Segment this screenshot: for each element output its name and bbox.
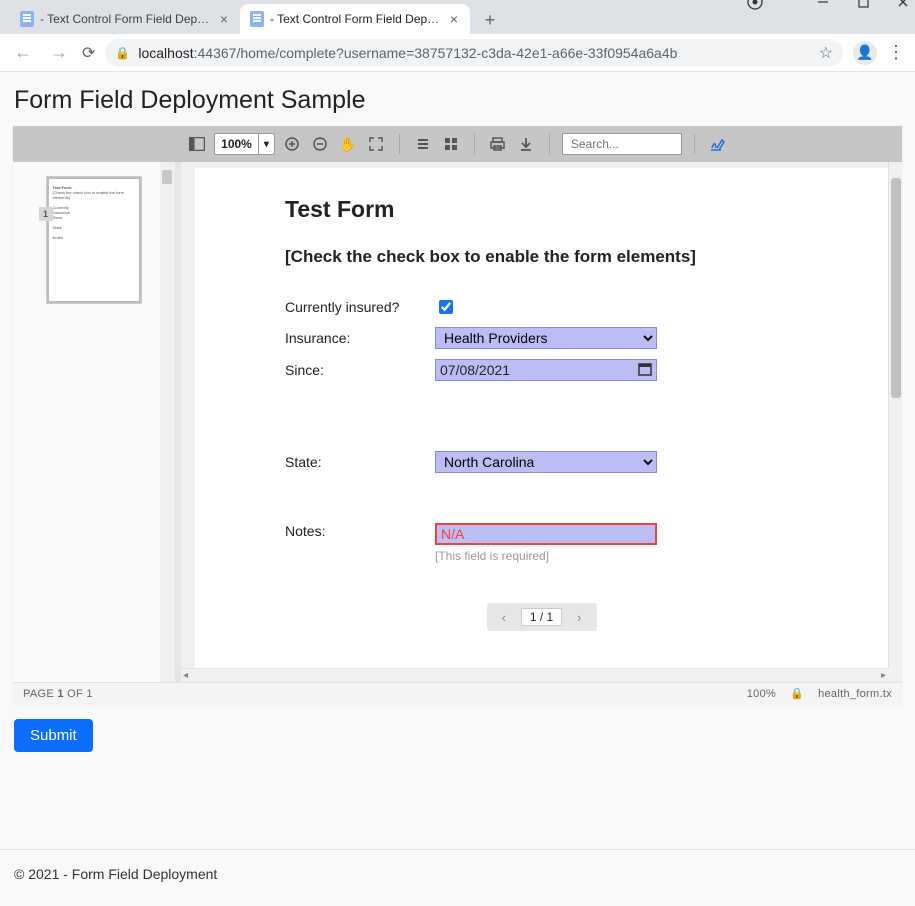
incognito-icon xyxy=(747,0,763,10)
address-bar-row: ← → ⟳ 🔒 localhost:44367/home/complete?us… xyxy=(0,34,915,72)
maximize-button[interactable] xyxy=(855,0,871,10)
thumbnail-page-number: 1 xyxy=(39,207,53,221)
document-area: Test Form [Check the check box to enable… xyxy=(181,162,902,682)
bookmark-star-icon[interactable]: ☆ xyxy=(819,43,833,63)
tab-favicon-icon xyxy=(250,11,264,27)
status-page-indicator: PAGE 1 OF 1 xyxy=(23,688,93,700)
lock-icon: 🔒 xyxy=(115,46,130,60)
since-date-field[interactable]: 07/08/2021 xyxy=(435,359,657,381)
toolbar-divider xyxy=(399,134,400,154)
page-footer: © 2021 - Form Field Deployment xyxy=(0,849,915,906)
toggle-sidebar-button[interactable] xyxy=(186,133,208,155)
profile-avatar-icon[interactable]: 👤 xyxy=(853,41,877,65)
submit-button[interactable]: Submit xyxy=(14,719,93,752)
viewer-body: 1 Test Form [Check the check box to enabl… xyxy=(13,162,902,682)
submit-row: Submit xyxy=(0,705,915,766)
vertical-scrollbar[interactable] xyxy=(888,162,902,668)
address-bar[interactable]: 🔒 localhost:44367/home/complete?username… xyxy=(105,39,843,67)
form-title: Test Form xyxy=(285,196,798,223)
print-button[interactable] xyxy=(487,133,509,155)
page-body: Form Field Deployment Sample 100% ▾ ✋ xyxy=(0,72,915,906)
label-state: State: xyxy=(285,454,435,470)
form-instruction: [Check the check box to enable the form … xyxy=(285,247,798,267)
chevron-down-icon[interactable]: ▾ xyxy=(258,134,274,154)
tab-strip: - Text Control Form Field Deploy × - Tex… xyxy=(0,0,915,34)
toolbar-divider xyxy=(549,134,550,154)
zoom-value: 100% xyxy=(215,137,258,151)
tab-favicon-icon xyxy=(20,11,34,27)
close-tab-icon[interactable]: × xyxy=(448,11,460,27)
new-tab-button[interactable]: + xyxy=(476,6,504,34)
close-window-button[interactable] xyxy=(895,0,911,10)
insurance-select[interactable]: Health Providers xyxy=(435,327,657,349)
pan-button[interactable]: ✋ xyxy=(337,133,359,155)
minimize-button[interactable] xyxy=(815,0,831,10)
thumbnail-scrollbar[interactable] xyxy=(160,162,174,682)
label-since: Since: xyxy=(285,362,435,378)
zoom-select[interactable]: 100% ▾ xyxy=(214,133,275,155)
search-box[interactable] xyxy=(562,133,682,155)
viewer-toolbar: 100% ▾ ✋ xyxy=(13,126,902,162)
url-text: localhost:44367/home/complete?username=3… xyxy=(138,45,677,61)
single-page-button[interactable] xyxy=(412,133,434,155)
grid-view-button[interactable] xyxy=(440,133,462,155)
window-controls xyxy=(775,0,911,10)
sign-button[interactable] xyxy=(707,133,729,155)
notes-field[interactable] xyxy=(435,523,657,545)
page-thumbnail[interactable]: 1 Test Form[Check the check box to enabl… xyxy=(46,176,142,304)
browser-chrome: - Text Control Form Field Deploy × - Tex… xyxy=(0,0,915,34)
required-hint: [This field is required] xyxy=(435,549,657,563)
toolbar-divider xyxy=(474,134,475,154)
zoom-out-button[interactable] xyxy=(309,133,331,155)
close-tab-icon[interactable]: × xyxy=(218,11,230,27)
browser-tab-active[interactable]: - Text Control Form Field Deploy × xyxy=(240,4,470,34)
document-viewer: 100% ▾ ✋ xyxy=(12,125,903,705)
status-filename: health_form.tx xyxy=(818,688,892,700)
browser-tab-inactive[interactable]: - Text Control Form Field Deploy × xyxy=(10,4,240,34)
reload-button[interactable]: ⟳ xyxy=(82,43,95,63)
since-date-value: 07/08/2021 xyxy=(440,362,510,378)
search-input[interactable] xyxy=(569,136,675,152)
page-title: Form Field Deployment Sample xyxy=(0,72,915,125)
insured-checkbox[interactable] xyxy=(439,300,453,314)
status-zoom: 100% xyxy=(747,688,776,700)
pager-next-button[interactable]: › xyxy=(568,606,590,628)
toolbar-divider xyxy=(694,134,695,154)
tab-title: - Text Control Form Field Deploy xyxy=(40,12,212,26)
download-button[interactable] xyxy=(515,133,537,155)
pager-value: 1 / 1 xyxy=(521,608,562,626)
tab-title: - Text Control Form Field Deploy xyxy=(270,12,442,26)
label-insurance: Insurance: xyxy=(285,330,435,346)
form-pager: ‹ 1 / 1 › xyxy=(487,603,597,631)
lock-icon: 🔒 xyxy=(790,687,804,700)
browser-menu-icon[interactable]: ⋮ xyxy=(887,42,905,63)
horizontal-scrollbar[interactable] xyxy=(181,668,888,682)
thumbnail-panel: 1 Test Form[Check the check box to enabl… xyxy=(13,162,175,682)
forward-button[interactable]: → xyxy=(46,38,72,67)
calendar-icon[interactable] xyxy=(638,362,652,379)
fullscreen-button[interactable] xyxy=(365,133,387,155)
pager-prev-button[interactable]: ‹ xyxy=(493,606,515,628)
back-button[interactable]: ← xyxy=(10,38,36,67)
viewer-statusbar: PAGE 1 OF 1 100% 🔒 health_form.tx xyxy=(13,682,902,704)
zoom-in-button[interactable] xyxy=(281,133,303,155)
state-select[interactable]: North Carolina xyxy=(435,451,657,473)
label-notes: Notes: xyxy=(285,523,435,539)
label-insured: Currently insured? xyxy=(285,299,435,315)
document-page: Test Form [Check the check box to enable… xyxy=(195,168,888,668)
